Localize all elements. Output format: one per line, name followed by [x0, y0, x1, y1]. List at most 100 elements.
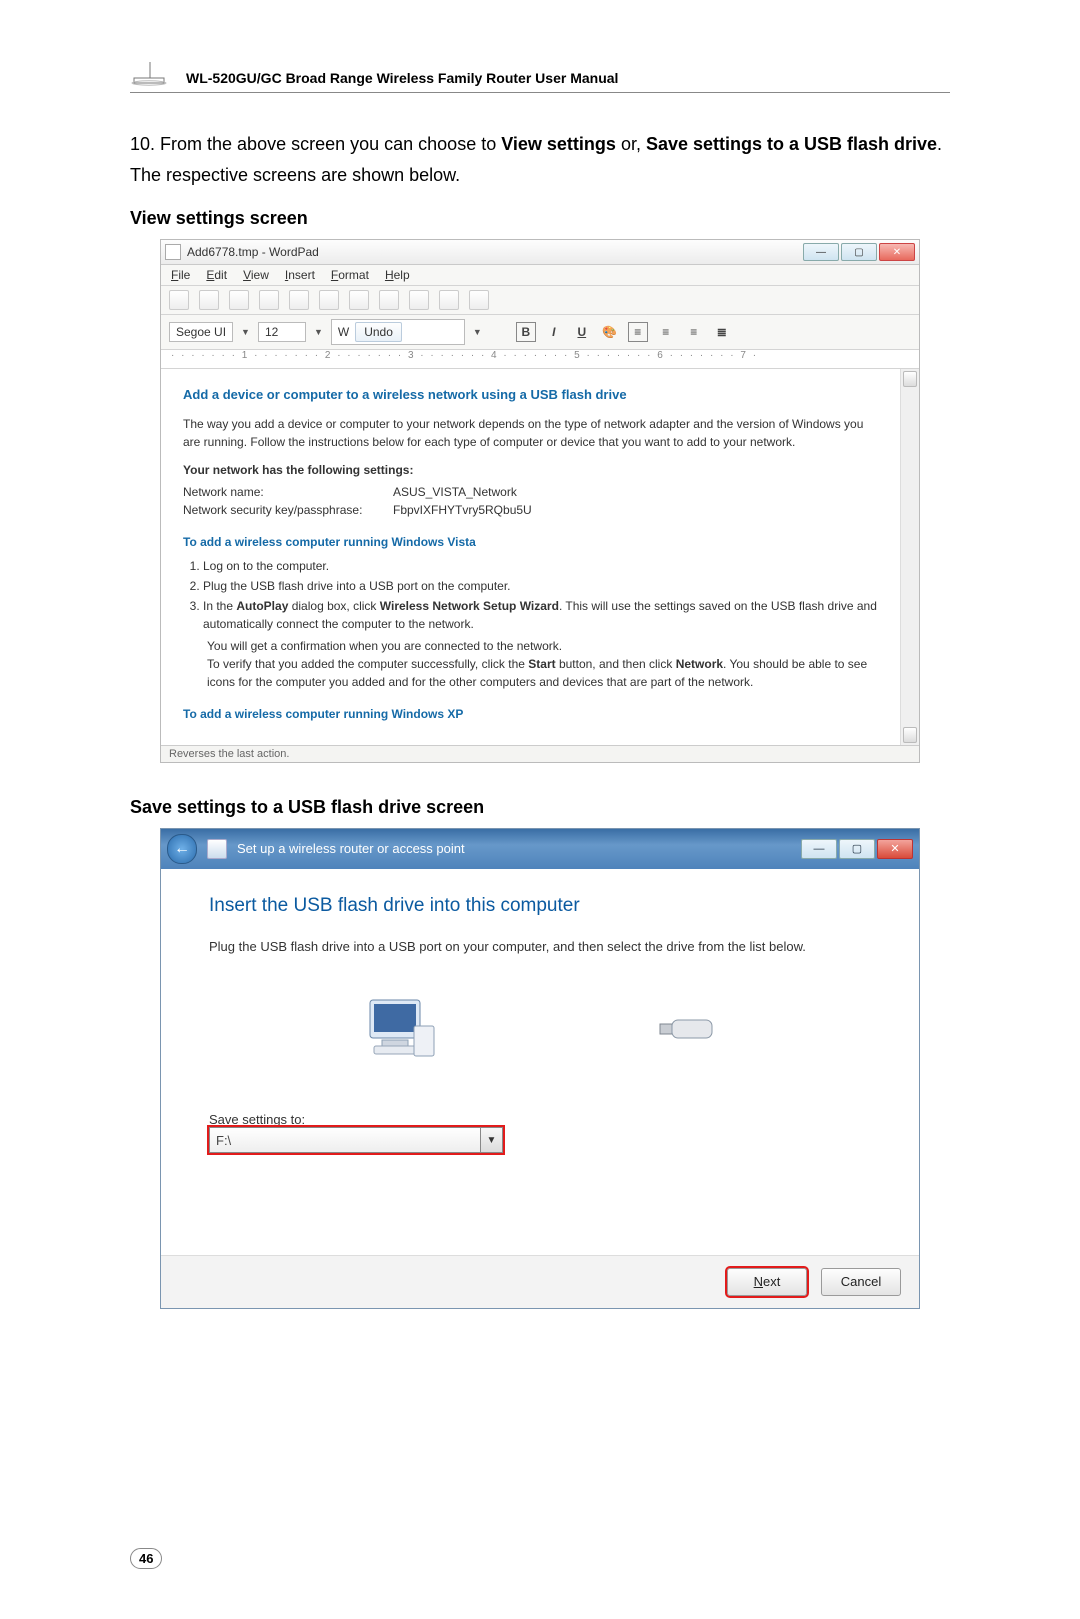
wizard-titlebar: ← Set up a wireless router or access poi… [161, 829, 919, 869]
list-item: In the AutoPlay dialog box, click Wirele… [203, 597, 878, 633]
network-name-label: Network name: [183, 483, 393, 501]
menu-view[interactable]: View [243, 268, 269, 282]
list-item: Log on to the computer. [203, 557, 878, 575]
doc-paragraph: The way you add a device or computer to … [183, 415, 878, 451]
wordpad-document: Add a device or computer to a wireless n… [161, 369, 900, 745]
wizard-icon [207, 839, 227, 859]
minimize-button[interactable]: — [801, 839, 837, 859]
date-icon[interactable] [469, 290, 489, 310]
doc-vista-heading: To add a wireless computer running Windo… [183, 533, 878, 551]
align-left-icon[interactable]: ≡ [628, 322, 648, 342]
doc-paragraph: To verify that you added the computer su… [207, 655, 878, 691]
save-settings-heading: Save settings to a USB flash drive scree… [130, 797, 950, 818]
font-name-select[interactable]: Segoe UI [169, 322, 233, 342]
wordpad-screenshot: Add6778.tmp - WordPad — ▢ ✕ File Edit Vi… [160, 239, 920, 763]
wordpad-document-area: Add a device or computer to a wireless n… [161, 369, 919, 745]
vertical-scrollbar[interactable] [900, 369, 919, 745]
save-icon[interactable] [229, 290, 249, 310]
open-icon[interactable] [199, 290, 219, 310]
window-buttons: — ▢ ✕ [801, 839, 913, 859]
find-icon[interactable] [319, 290, 339, 310]
close-button[interactable]: ✕ [877, 839, 913, 859]
minimize-button[interactable]: — [803, 243, 839, 261]
doc-xp-heading: To add a wireless computer running Windo… [183, 705, 878, 723]
wizard-footer: Next Cancel [161, 1255, 919, 1308]
drive-select-highlight: F:\ ▼ [209, 1127, 503, 1153]
menu-help[interactable]: Help [385, 268, 410, 282]
new-icon[interactable] [169, 290, 189, 310]
doc-settings-heading: Your network has the following settings: [183, 461, 878, 479]
script-value: W [338, 325, 349, 339]
wordpad-toolbar [161, 286, 919, 315]
drive-select[interactable]: F:\ [209, 1127, 481, 1153]
back-arrow-icon: ← [174, 840, 190, 858]
page-number: 46 [130, 1548, 162, 1569]
network-key-label: Network security key/passphrase: [183, 501, 393, 519]
wordpad-format-bar: Segoe UI ▼ 12 ▼ W Undo ▼ B I U 🎨 ≡ ≡ ≡ ≣ [161, 315, 919, 350]
wizard-instruction: Plug the USB flash drive into a USB port… [209, 937, 871, 957]
wizard-body: Insert the USB flash drive into this com… [161, 869, 919, 1255]
menu-insert[interactable]: Insert [285, 268, 315, 282]
computer-icon [364, 996, 438, 1062]
preview-icon[interactable] [289, 290, 309, 310]
script-select[interactable]: W Undo [331, 319, 465, 345]
router-icon [130, 60, 174, 86]
close-button[interactable]: ✕ [879, 243, 915, 261]
chevron-down-icon[interactable]: ▼ [314, 327, 323, 337]
step-10-opt2: Save settings to a USB flash drive [646, 134, 937, 154]
bold-icon[interactable]: B [516, 322, 536, 342]
body-text: 10. From the above screen you can choose… [130, 129, 950, 190]
wordpad-titlebar: Add6778.tmp - WordPad — ▢ ✕ [161, 240, 919, 265]
wizard-graphics [209, 996, 871, 1062]
doc-steps-list: Log on to the computer. Plug the USB fla… [203, 557, 878, 633]
view-settings-heading: View settings screen [130, 208, 950, 229]
wordpad-app-icon [165, 244, 181, 260]
wizard-screenshot: ← Set up a wireless router or access poi… [160, 828, 920, 1309]
wordpad-menubar: File Edit View Insert Format Help [161, 265, 919, 286]
undo-icon[interactable] [439, 290, 459, 310]
wordpad-statusbar: Reverses the last action. [161, 745, 919, 762]
wordpad-title-text: Add6778.tmp - WordPad [187, 245, 319, 259]
page-header: WL-520GU/GC Broad Range Wireless Family … [130, 60, 950, 93]
copy-icon[interactable] [379, 290, 399, 310]
back-button[interactable]: ← [167, 834, 197, 864]
usb-drive-icon [658, 1014, 716, 1044]
doc-heading: Add a device or computer to a wireless n… [183, 385, 878, 405]
chevron-down-icon[interactable]: ▼ [481, 1127, 503, 1153]
menu-file[interactable]: File [171, 268, 190, 282]
print-icon[interactable] [259, 290, 279, 310]
bullets-icon[interactable]: ≣ [712, 322, 732, 342]
chevron-down-icon[interactable]: ▼ [241, 327, 250, 337]
doc-paragraph: You will get a confirmation when you are… [207, 637, 878, 655]
underline-icon[interactable]: U [572, 322, 592, 342]
maximize-button[interactable]: ▢ [841, 243, 877, 261]
menu-edit[interactable]: Edit [206, 268, 227, 282]
step-10-prefix: 10. From the above screen you can choose… [130, 134, 501, 154]
list-item: Plug the USB flash drive into a USB port… [203, 577, 878, 595]
color-icon[interactable]: 🎨 [600, 322, 620, 342]
undo-tooltip: Undo [355, 322, 402, 342]
cancel-button[interactable]: Cancel [821, 1268, 901, 1296]
paste-icon[interactable] [409, 290, 429, 310]
wizard-breadcrumb: Set up a wireless router or access point [237, 841, 465, 856]
step-10-opt1: View settings [501, 134, 616, 154]
save-to-label: Save settings to: [209, 1112, 871, 1127]
window-buttons: — ▢ ✕ [803, 243, 915, 261]
maximize-button[interactable]: ▢ [839, 839, 875, 859]
italic-icon[interactable]: I [544, 322, 564, 342]
chevron-down-icon[interactable]: ▼ [473, 327, 482, 337]
menu-format[interactable]: Format [331, 268, 369, 282]
next-button[interactable]: Next [727, 1268, 807, 1296]
font-name-value: Segoe UI [176, 325, 226, 339]
manual-title: WL-520GU/GC Broad Range Wireless Family … [186, 70, 618, 86]
align-right-icon[interactable]: ≡ [684, 322, 704, 342]
align-center-icon[interactable]: ≡ [656, 322, 676, 342]
font-size-select[interactable]: 12 [258, 322, 306, 342]
cut-icon[interactable] [349, 290, 369, 310]
drive-value: F:\ [216, 1133, 231, 1148]
manual-page: WL-520GU/GC Broad Range Wireless Family … [0, 0, 1080, 1619]
step-10-or: or, [616, 134, 646, 154]
wizard-heading: Insert the USB flash drive into this com… [209, 895, 871, 917]
network-key-value: FbpvIXFHYTvry5RQbu5U [393, 503, 532, 517]
wordpad-ruler: · · · · · · · 1 · · · · · · · 2 · · · · … [161, 350, 919, 369]
